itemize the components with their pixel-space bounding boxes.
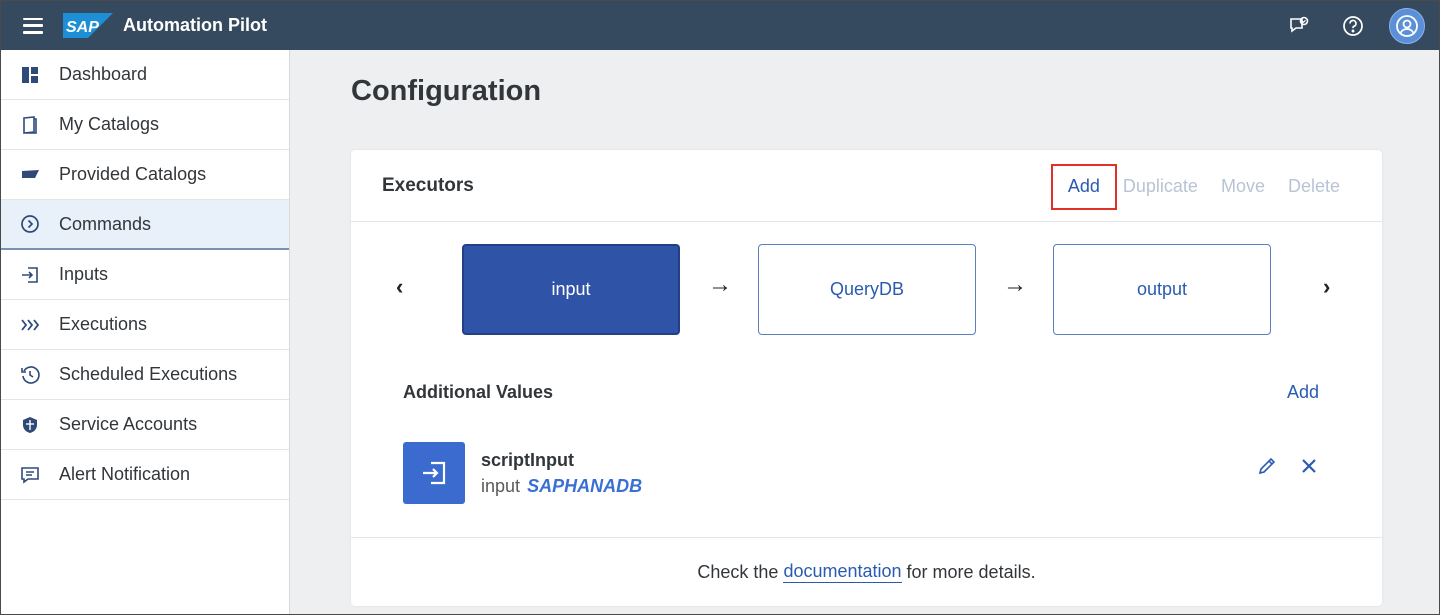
executor-step-output[interactable]: output	[1053, 244, 1271, 335]
add-value-button[interactable]: Add	[1287, 382, 1319, 403]
sidebar-item-label: My Catalogs	[59, 114, 160, 134]
alert-icon	[1, 465, 59, 485]
add-button-highlight	[1051, 164, 1117, 210]
arrow-right-icon: →	[1003, 271, 1027, 298]
sidebar-item-executions[interactable]: Executions	[1, 300, 289, 350]
sidebar-item-label: Commands	[59, 213, 152, 234]
sidebar-item-commands[interactable]: Commands	[1, 200, 289, 250]
previous-icon[interactable]: ‹	[396, 274, 403, 300]
catalog-icon	[1, 115, 59, 135]
executions-icon	[1, 315, 59, 335]
executor-step-querydb[interactable]: QueryDB	[758, 244, 976, 335]
help-icon[interactable]	[1335, 8, 1371, 44]
move-button[interactable]: Move	[1221, 176, 1265, 197]
sidebar-item-label: Inputs	[59, 264, 109, 284]
executors-header: Executors Add Duplicate Move Delete	[351, 150, 1382, 222]
card-footer: Check the documentation for more details…	[351, 537, 1382, 606]
user-avatar-icon[interactable]	[1389, 7, 1425, 44]
documentation-link[interactable]: documentation	[783, 561, 902, 583]
shield-icon	[1, 415, 59, 435]
value-reference-link[interactable]: SAPHANADB	[527, 476, 642, 496]
executor-flow: ‹ input → QueryDB → output ›	[351, 244, 1382, 335]
sidebar-item-service-accounts[interactable]: Service Accounts	[1, 400, 289, 450]
sidebar-item-scheduled-executions[interactable]: Scheduled Executions	[1, 350, 289, 400]
sidebar-item-label: Alert Notification	[59, 464, 191, 484]
input-icon	[1, 265, 59, 285]
sidebar-item-my-catalogs[interactable]: My Catalogs	[1, 100, 289, 150]
scheduled-icon	[1, 365, 59, 385]
menu-icon[interactable]	[23, 17, 43, 34]
sidebar-item-alert-notification[interactable]: Alert Notification	[1, 450, 289, 500]
app-title: Automation Pilot	[123, 15, 267, 35]
list-item[interactable]: scriptInput input SAPHANADB	[403, 442, 1333, 504]
side-navigation: Dashboard My Catalogs Provided Catalogs …	[1, 50, 290, 614]
executor-step-input[interactable]: input	[462, 244, 680, 335]
duplicate-button[interactable]: Duplicate	[1123, 176, 1198, 197]
value-type: input	[481, 476, 521, 496]
sidebar-item-dashboard[interactable]: Dashboard	[1, 50, 289, 100]
input-tile-icon	[403, 442, 465, 504]
sidebar-item-label: Dashboard	[59, 64, 148, 84]
page-title: Configuration	[351, 75, 542, 107]
additional-values-title: Additional Values	[403, 382, 554, 402]
value-type-line: input SAPHANADB	[481, 476, 642, 497]
sap-logo: SAP	[63, 13, 113, 38]
feedback-icon[interactable]	[1281, 8, 1317, 44]
shell-actions	[1263, 7, 1439, 44]
sidebar-item-provided-catalogs[interactable]: Provided Catalogs	[1, 150, 289, 200]
footer-prefix: Check the	[697, 561, 779, 582]
sidebar-item-label: Scheduled Executions	[59, 364, 238, 384]
sidebar-item-label: Executions	[59, 314, 148, 334]
arrow-right-icon: →	[708, 271, 732, 298]
sidebar-item-label: Provided Catalogs	[59, 164, 207, 184]
sidebar-item-inputs[interactable]: Inputs	[1, 250, 289, 300]
close-icon[interactable]	[1297, 454, 1321, 478]
next-icon[interactable]: ›	[1323, 274, 1330, 300]
footer-suffix: for more details.	[906, 561, 1036, 582]
sidebar-item-label: Service Accounts	[59, 414, 198, 434]
delete-button[interactable]: Delete	[1288, 176, 1340, 197]
shell-bar: SAP Automation Pilot	[1, 1, 1439, 50]
provided-catalog-icon	[1, 165, 59, 185]
executors-title: Executors	[382, 174, 474, 196]
value-name: scriptInput	[481, 450, 574, 470]
dashboard-icon	[1, 65, 59, 85]
command-icon	[1, 214, 59, 234]
svg-text:SAP: SAP	[66, 19, 99, 36]
edit-icon[interactable]	[1255, 454, 1279, 478]
executors-card: Executors Add Duplicate Move Delete ‹ in…	[351, 150, 1382, 606]
